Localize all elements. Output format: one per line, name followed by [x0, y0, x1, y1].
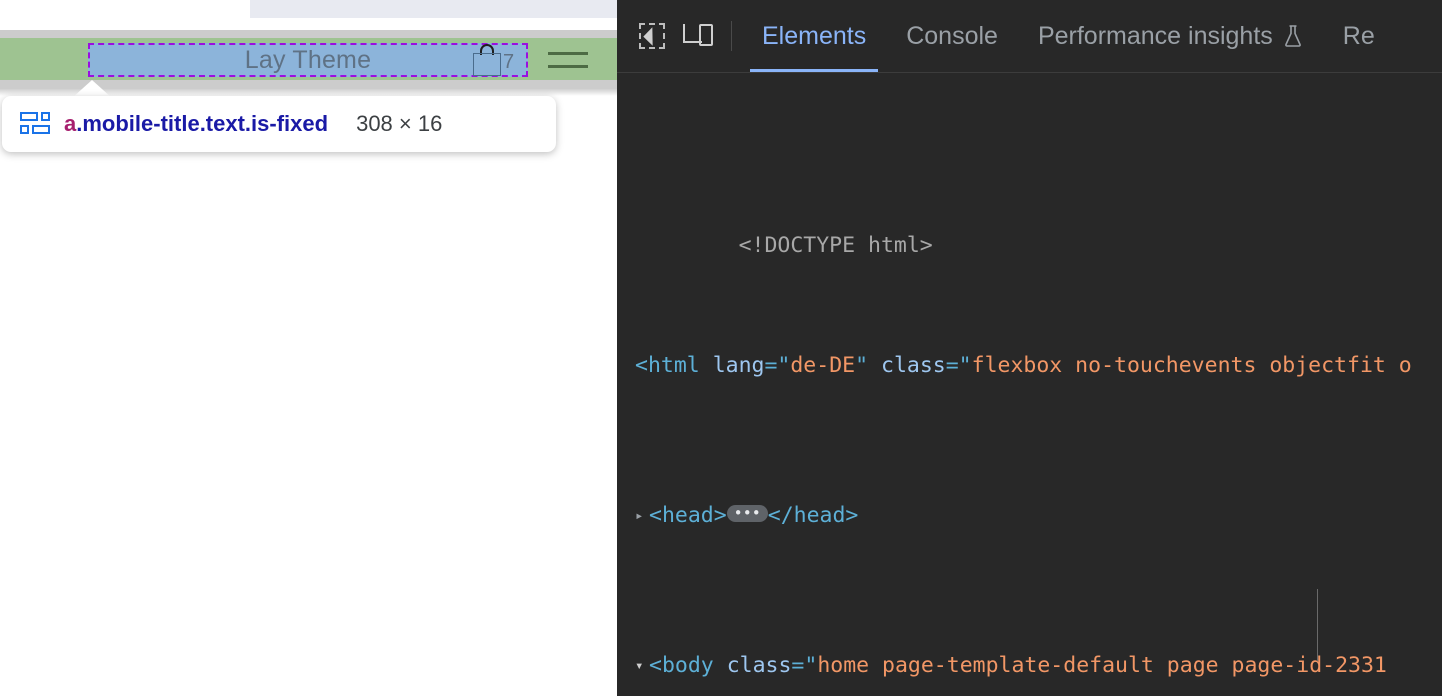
cart-count-label: 7: [503, 52, 514, 76]
dom-tree[interactable]: <!DOCTYPE html> <html lang="de-DE" class…: [617, 73, 1442, 696]
tag-name: html: [648, 353, 700, 378]
element-inspector-tooltip: a.mobile-title.text.is-fixed 308 × 16: [2, 96, 556, 152]
attr-value: de-DE: [790, 353, 855, 378]
attr-name: class: [881, 353, 946, 378]
tab-performance-insights-label: Performance insights: [1038, 22, 1273, 51]
browser-tab[interactable]: [250, 0, 617, 18]
tab-performance-insights[interactable]: Performance insights: [1018, 0, 1323, 72]
device-toolbar-icon[interactable]: [675, 13, 721, 59]
tag-name: body: [662, 653, 714, 678]
cart-link[interactable]: 7: [472, 44, 514, 76]
devtools-panel: Elements Console Performance insights Re: [617, 0, 1442, 696]
site-title-label: Lay Theme: [245, 46, 371, 75]
tooltip-class-names: .mobile-title.text.is-fixed: [76, 111, 328, 136]
inspect-element-icon[interactable]: [629, 13, 675, 59]
site-title-link[interactable]: Lay Theme: [88, 43, 528, 77]
tooltip-tag-name: a: [64, 111, 76, 136]
browser-tab-strip: [0, 0, 617, 22]
devtools-toolbar: Elements Console Performance insights Re: [617, 0, 1442, 73]
doctype-text: <!DOCTYPE html>: [739, 233, 933, 258]
attr-name: lang: [713, 353, 765, 378]
dom-row-body[interactable]: ▾<body class="home page-template-default…: [617, 651, 1442, 681]
toolbar-divider: [731, 21, 732, 51]
devtools-screenshot: Lay Theme 7 a.mobile-title.text.is-fixed…: [0, 0, 1442, 696]
shopping-bag-icon: [472, 44, 502, 76]
tooltip-dimensions: 308 × 16: [356, 111, 442, 137]
tab-recorder-label: Re: [1343, 22, 1375, 51]
dom-row-head[interactable]: ▸<head>•••</head>: [617, 501, 1442, 531]
tab-elements-label: Elements: [762, 22, 866, 51]
attr-name: class: [727, 653, 792, 678]
dom-row-html[interactable]: <html lang="de-DE" class="flexbox no-tou…: [617, 351, 1442, 381]
layout-grid-icon: [20, 112, 50, 136]
tree-guide-line: [1317, 589, 1318, 661]
tab-console-label: Console: [906, 22, 998, 51]
tab-recorder[interactable]: Re: [1323, 0, 1395, 72]
experiment-flask-icon: [1283, 24, 1303, 48]
attr-value: flexbox no-touchevents objectfit o: [972, 353, 1412, 378]
tab-console[interactable]: Console: [886, 0, 1018, 72]
collapsed-children-badge[interactable]: •••: [727, 505, 768, 522]
tab-elements[interactable]: Elements: [742, 0, 886, 72]
devtools-tab-bar: Elements Console Performance insights Re: [742, 0, 1395, 72]
inspected-page-viewport: Lay Theme 7 a.mobile-title.text.is-fixed…: [0, 0, 617, 696]
attr-value: home page-template-default page page-id-…: [817, 653, 1399, 678]
hamburger-menu-icon[interactable]: [548, 50, 588, 70]
dom-row-doctype[interactable]: <!DOCTYPE html>: [617, 201, 1442, 231]
tooltip-selector: a.mobile-title.text.is-fixed: [64, 111, 328, 137]
